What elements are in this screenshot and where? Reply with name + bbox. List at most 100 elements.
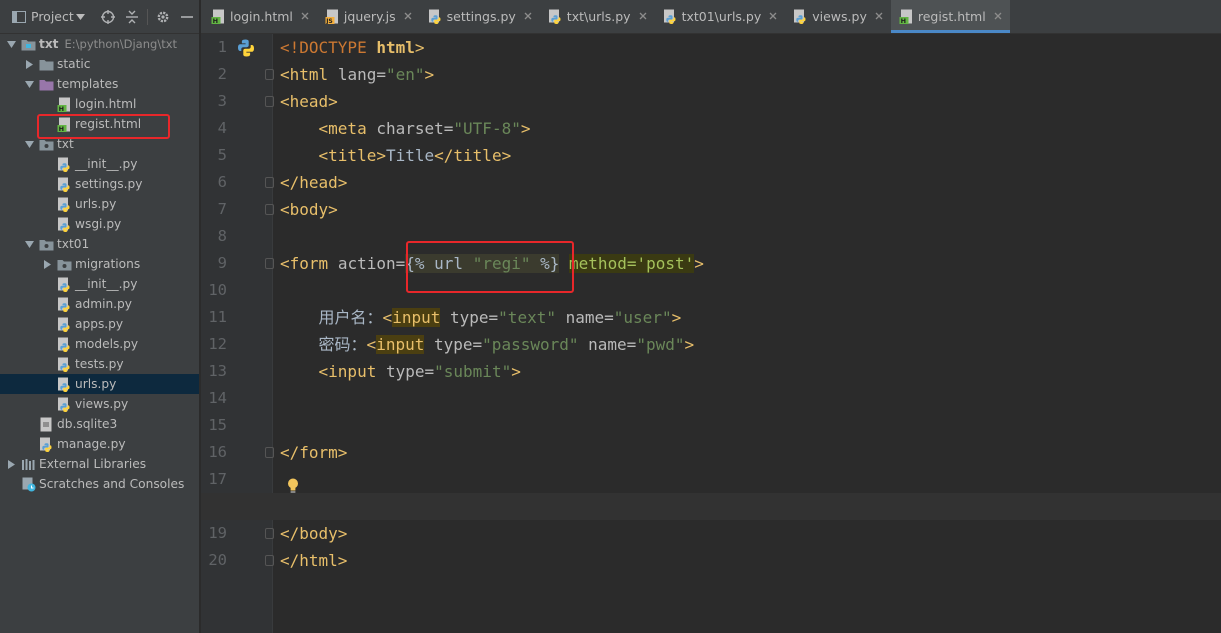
tag-input: input — [392, 308, 441, 327]
code-line-2: <html lang="en"> — [274, 61, 1221, 88]
code-line-19: </body> — [274, 520, 1221, 547]
python-icon — [57, 277, 72, 292]
tab-login-html[interactable]: Hlogin.html — [203, 0, 317, 33]
tree-item-migrations[interactable]: migrations — [0, 254, 199, 274]
tree-item-wsgi-py[interactable]: wsgi.py — [0, 214, 199, 234]
tree-item-init-py[interactable]: __init__.py — [0, 154, 199, 174]
tree-item-scratches-and-consoles[interactable]: Scratches and Consoles — [0, 474, 199, 494]
tree-item-login-html[interactable]: Hlogin.html — [0, 94, 199, 114]
chevron-down-icon[interactable] — [24, 239, 34, 249]
line-number: 10 — [208, 281, 227, 299]
doctype-html: html — [376, 38, 415, 57]
line-number: 20 — [208, 551, 227, 569]
bracket: > — [414, 38, 425, 57]
line-number: 2 — [217, 65, 227, 83]
tree-item-init-py[interactable]: __init__.py — [0, 274, 199, 294]
collapse-all-button[interactable] — [120, 6, 144, 28]
fold-marker-icon[interactable] — [265, 528, 274, 539]
tree-item-admin-py[interactable]: admin.py — [0, 294, 199, 314]
tree-item-manage-py[interactable]: manage.py — [0, 434, 199, 454]
close-icon[interactable] — [301, 10, 309, 23]
close-icon[interactable] — [404, 10, 412, 23]
svg-text:H: H — [900, 17, 905, 24]
tab-views-py[interactable]: views.py — [785, 0, 891, 33]
line-number: 6 — [217, 173, 227, 191]
tag-title-close: </title> — [434, 146, 512, 165]
hide-panel-button[interactable] — [175, 6, 199, 28]
attr-charset: charset= — [376, 119, 454, 138]
chevron-down-icon[interactable] — [24, 79, 34, 89]
fold-marker-icon[interactable] — [265, 177, 274, 188]
db-icon — [39, 417, 54, 432]
tree-item-static[interactable]: static — [0, 54, 199, 74]
tab-jquery-js[interactable]: JS jquery.js — [317, 0, 420, 33]
editor-gutter: 1234567891011121314151617181920 — [201, 34, 274, 633]
tab-regist-html[interactable]: Hregist.html — [890, 0, 1010, 33]
tree-item-txt01[interactable]: txt01 — [0, 234, 199, 254]
chevron-right-icon[interactable] — [24, 59, 34, 69]
settings-button[interactable] — [151, 6, 175, 28]
chevron-down-icon — [75, 13, 85, 20]
locate-file-button[interactable] — [96, 6, 120, 28]
close-icon[interactable] — [524, 10, 532, 23]
bracket: > — [671, 308, 682, 327]
value-pwd: "pwd" — [636, 335, 685, 354]
value-en: "en" — [385, 65, 425, 84]
attr-type: type= — [450, 308, 499, 327]
value-submit: "submit" — [434, 362, 512, 381]
project-view-selector[interactable]: Project — [12, 9, 90, 24]
tag-body-close: </body> — [280, 524, 348, 543]
close-icon[interactable] — [875, 10, 883, 23]
fold-marker-icon[interactable] — [265, 555, 274, 566]
tab-label: views.py — [812, 9, 867, 24]
svg-text:H: H — [59, 125, 64, 132]
python-icon — [663, 9, 678, 24]
close-icon[interactable] — [769, 10, 777, 23]
tab-label: settings.py — [446, 9, 516, 24]
tree-item-label: txt — [57, 137, 74, 151]
tab-txt01-urls-py[interactable]: txt01\urls.py — [655, 0, 786, 33]
tree-item-views-py[interactable]: views.py — [0, 394, 199, 414]
svg-text:JS: JS — [325, 18, 333, 24]
chevron-right-icon[interactable] — [6, 459, 16, 469]
tree-item-models-py[interactable]: models.py — [0, 334, 199, 354]
code-editor[interactable]: <!DOCTYPE html> <html lang="en"> <head> … — [201, 34, 1221, 633]
project-view-icon — [12, 10, 26, 23]
tab-txt-urls-py[interactable]: txt\urls.py — [540, 0, 655, 33]
tree-item-settings-py[interactable]: settings.py — [0, 174, 199, 194]
line-number: 15 — [208, 416, 227, 434]
tree-item-apps-py[interactable]: apps.py — [0, 314, 199, 334]
chevron-right-icon[interactable] — [42, 259, 52, 269]
tree-item-label: __init__.py — [75, 157, 138, 171]
tag-form-close: </form> — [280, 443, 348, 462]
tree-item-db-sqlite3[interactable]: db.sqlite3 — [0, 414, 199, 434]
tree-item-txt[interactable]: txt E:\python\Djang\txt — [0, 34, 199, 54]
tree-item-tests-py[interactable]: tests.py — [0, 354, 199, 374]
chevron-down-icon[interactable] — [24, 139, 34, 149]
attr-lang: lang= — [337, 65, 386, 84]
tree-item-urls-py[interactable]: urls.py — [0, 194, 199, 214]
close-icon[interactable] — [639, 10, 647, 23]
tree-item-regist-html[interactable]: Hregist.html — [0, 114, 199, 134]
fold-marker-icon[interactable] — [265, 69, 274, 80]
fold-marker-icon[interactable] — [265, 96, 274, 107]
chevron-down-icon[interactable] — [6, 39, 16, 49]
fold-marker-icon[interactable] — [265, 258, 274, 269]
tree-item-templates[interactable]: templates — [0, 74, 199, 94]
folder-icon — [39, 57, 54, 72]
project-view-label: Project — [31, 9, 74, 24]
tree-item-urls-py[interactable]: urls.py — [0, 374, 199, 394]
fold-marker-icon[interactable] — [265, 204, 274, 215]
tab-settings-py[interactable]: settings.py — [420, 0, 540, 33]
tree-item-txt[interactable]: txt — [0, 134, 199, 154]
line-number: 17 — [208, 470, 227, 488]
tree-item-external-libraries[interactable]: External Libraries — [0, 454, 199, 474]
close-icon[interactable] — [994, 10, 1002, 23]
lightbulb-icon[interactable] — [286, 477, 300, 495]
attr-name: name= — [588, 335, 637, 354]
fold-marker-icon[interactable] — [265, 447, 274, 458]
